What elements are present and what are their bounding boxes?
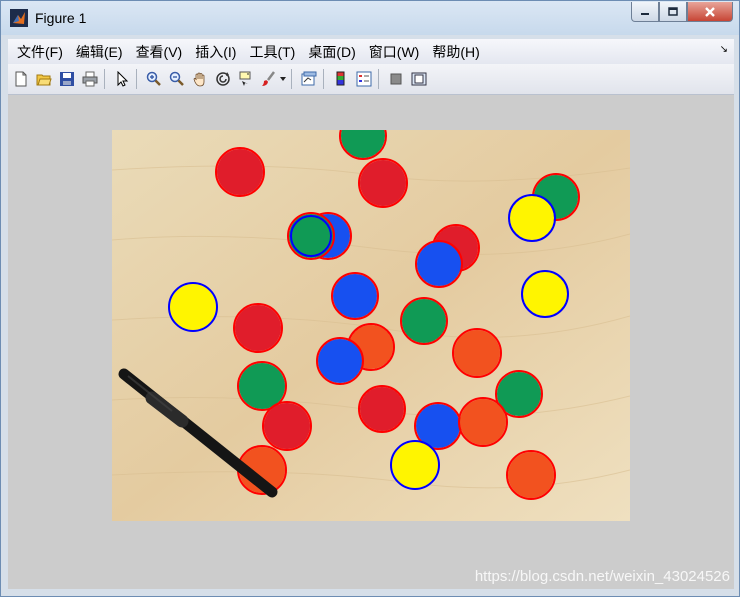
data-cursor-icon bbox=[239, 71, 251, 86]
chip-blue bbox=[415, 240, 463, 288]
chip-orange bbox=[458, 397, 508, 447]
insert-legend-icon bbox=[356, 71, 372, 87]
link-plot-button[interactable] bbox=[299, 69, 319, 89]
zoom-in-button[interactable] bbox=[144, 69, 164, 89]
figure-toolbar bbox=[8, 64, 734, 95]
chip-yellow bbox=[521, 270, 569, 318]
menu-bar: 文件(F) 编辑(E) 查看(V) 插入(I) 工具(T) 桌面(D) 窗口(W… bbox=[8, 39, 734, 64]
menu-desktop[interactable]: 桌面(D) bbox=[308, 42, 355, 62]
figure-window: Figure 1 文件(F) 编辑(E) 查看(V) 插入(I) 工具(T) 桌… bbox=[0, 0, 740, 597]
watermark-text: https://blog.csdn.net/weixin_43024526 bbox=[474, 568, 730, 585]
brush-icon bbox=[262, 71, 275, 86]
chip-blue bbox=[331, 272, 379, 320]
figure-canvas[interactable] bbox=[8, 95, 734, 589]
chevron-down-icon bbox=[280, 77, 286, 81]
menu-window[interactable]: 窗口(W) bbox=[369, 42, 420, 62]
menu-insert[interactable]: 插入(I) bbox=[195, 42, 236, 62]
chip-orange bbox=[452, 328, 502, 378]
brush-dropdown[interactable] bbox=[279, 69, 287, 89]
print-button[interactable] bbox=[80, 69, 100, 89]
zoom-in-icon bbox=[146, 71, 161, 86]
show-plot-tools-button[interactable] bbox=[409, 69, 429, 89]
new-figure-button[interactable] bbox=[11, 69, 31, 89]
menu-tools[interactable]: 工具(T) bbox=[249, 42, 295, 62]
title-bar[interactable]: Figure 1 bbox=[1, 1, 739, 35]
chip-yellow bbox=[508, 194, 556, 242]
chip-orange bbox=[506, 450, 556, 500]
insert-legend-button[interactable] bbox=[354, 69, 374, 89]
toolbar-separator bbox=[136, 69, 137, 89]
toolbar-separator bbox=[378, 69, 379, 89]
menu-edit[interactable]: 编辑(E) bbox=[76, 42, 123, 62]
menu-file[interactable]: 文件(F) bbox=[17, 42, 63, 62]
save-icon bbox=[60, 72, 74, 86]
pan-button[interactable] bbox=[190, 69, 210, 89]
link-plot-icon bbox=[301, 71, 317, 86]
detected-circles-image bbox=[112, 130, 630, 521]
rotate-3d-icon bbox=[216, 72, 230, 86]
insert-colorbar-icon bbox=[336, 71, 345, 86]
chip-green bbox=[287, 212, 335, 260]
data-cursor-button[interactable] bbox=[236, 69, 256, 89]
chip-yellow bbox=[390, 440, 440, 490]
zoom-out-icon bbox=[169, 71, 184, 86]
toolbar-separator bbox=[291, 69, 292, 89]
hide-plot-tools-icon bbox=[390, 73, 402, 85]
rotate-3d-button[interactable] bbox=[213, 69, 233, 89]
image-axes[interactable] bbox=[112, 130, 630, 521]
window-title: Figure 1 bbox=[35, 10, 87, 26]
chip-blue bbox=[316, 337, 364, 385]
window-controls bbox=[631, 2, 733, 24]
chip-red bbox=[358, 158, 408, 208]
print-icon bbox=[82, 71, 98, 87]
close-icon bbox=[705, 6, 715, 17]
close-button[interactable] bbox=[687, 2, 733, 22]
chip-green bbox=[400, 297, 448, 345]
zoom-out-button[interactable] bbox=[167, 69, 187, 89]
maximize-button[interactable] bbox=[659, 2, 687, 22]
chip-yellow bbox=[168, 282, 218, 332]
dock-arrow-icon[interactable]: ↘ bbox=[720, 44, 728, 55]
open-file-button[interactable] bbox=[34, 69, 54, 89]
minimize-button[interactable] bbox=[631, 2, 659, 22]
chip-red bbox=[233, 303, 283, 353]
minimize-icon bbox=[641, 12, 649, 15]
save-button[interactable] bbox=[57, 69, 77, 89]
edit-plot-button[interactable] bbox=[112, 69, 132, 89]
hide-plot-tools-button[interactable] bbox=[386, 69, 406, 89]
new-figure-icon bbox=[15, 71, 27, 87]
brush-button[interactable] bbox=[259, 69, 279, 89]
menu-view[interactable]: 查看(V) bbox=[136, 42, 183, 62]
open-file-icon bbox=[36, 74, 52, 86]
insert-colorbar-button[interactable] bbox=[331, 69, 351, 89]
pan-hand-icon bbox=[193, 72, 205, 87]
edit-plot-arrow-icon bbox=[117, 71, 129, 87]
chip-red bbox=[215, 147, 265, 197]
toolbar-separator bbox=[323, 69, 324, 89]
matlab-logo-icon bbox=[10, 9, 28, 27]
toolbar-separator bbox=[104, 69, 105, 89]
chip-red bbox=[262, 401, 312, 451]
chip-red bbox=[358, 385, 406, 433]
menu-help[interactable]: 帮助(H) bbox=[432, 42, 479, 62]
show-plot-tools-icon bbox=[411, 72, 427, 86]
maximize-icon bbox=[668, 6, 678, 16]
